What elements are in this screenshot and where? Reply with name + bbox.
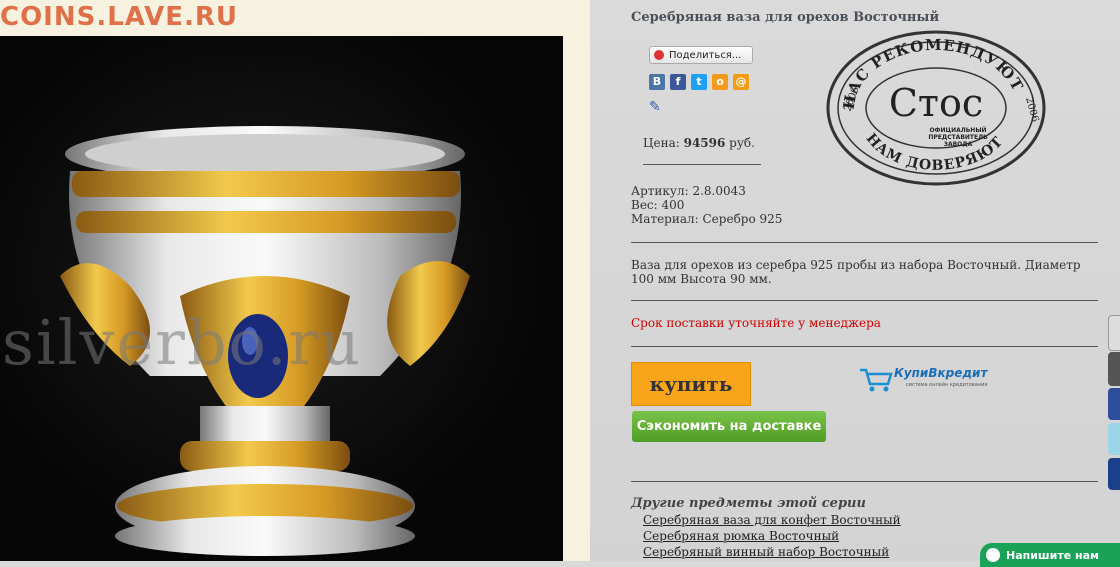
chat-label: Напишите нам [1006,548,1100,562]
side-widget-button[interactable] [1108,315,1120,351]
buy-button[interactable]: купить [631,362,751,406]
side-widget-button[interactable] [1108,458,1120,490]
side-widget-button[interactable] [1108,388,1120,420]
stamp-logo: НАС РЕКОМЕНДУЮТ НАМ ДОВЕРЯЮТ ! Стос ОФИЦ… [822,16,1046,188]
pencil-icon[interactable]: ✎ [649,99,665,115]
credit-name: КупиВкредит [894,366,988,380]
price-currency: руб. [729,136,755,150]
divider [631,481,1098,482]
photo-watermark: silverbo.ru [2,306,363,379]
price-line: Цена: 94596 руб. [643,136,755,150]
divider [631,300,1098,301]
product-description: Ваза для орехов из серебра 925 пробы из … [631,258,1081,286]
product-photo[interactable]: silverbo.ru [0,36,563,561]
series-link[interactable]: Серебряная ваза для конфет Восточный [643,513,901,527]
stamp-sub: ЗАВОДА [944,141,973,148]
credit-tagline: система онлайн кредитования [906,382,988,388]
share-icon [654,50,664,60]
kupivkredit-logo[interactable]: КупиВкредит система онлайн кредитования [858,362,998,394]
chat-widget-button[interactable]: Напишите нам [980,543,1120,567]
mailru-icon[interactable]: @ [733,74,749,90]
vkontakte-icon[interactable]: В [649,74,665,90]
price-label: Цена: [643,136,680,150]
silver-vase-image [60,126,470,556]
series-title: Другие предметы этой серии [631,496,866,511]
stamp-sub: ОФИЦИАЛЬНЫЙ [929,126,986,134]
save-on-delivery-button[interactable]: Сэкономить на доставке [632,411,826,442]
series-link[interactable]: Серебряная рюмка Восточный [643,529,839,543]
weight: Вес: 400 [631,198,685,212]
facebook-icon[interactable]: f [670,74,686,90]
divider [643,164,761,165]
odnoklassniki-icon[interactable]: о [712,74,728,90]
stamp-sub: ПРЕДСТАВИТЕЛЬ [928,134,988,141]
twitter-icon[interactable]: t [691,74,707,90]
material: Материал: Серебро 925 [631,212,783,226]
site-watermark: COINS.LAVE.RU [0,2,239,32]
divider [631,242,1098,243]
stamp-brand: Стос [889,81,983,125]
share-button[interactable]: Поделиться... [649,46,753,64]
share-label: Поделиться... [669,49,742,61]
series-link[interactable]: Серебряный винный набор Восточный [643,545,889,559]
stamp-year-right: 2006 [1023,96,1040,123]
delivery-note: Срок поставки уточняйте у менеджера [631,316,881,330]
side-widget-button[interactable] [1108,423,1120,455]
price-value: 94596 [683,136,726,150]
left-panel: COINS.LAVE.RU silverbo.ru [0,0,590,561]
product-title: Серебряная ваза для орехов Восточный [631,10,940,25]
side-widget-button[interactable] [1108,352,1120,386]
article-number: Артикул: 2.8.0043 [631,184,746,198]
divider [631,346,1098,347]
chat-icon [986,548,1000,562]
